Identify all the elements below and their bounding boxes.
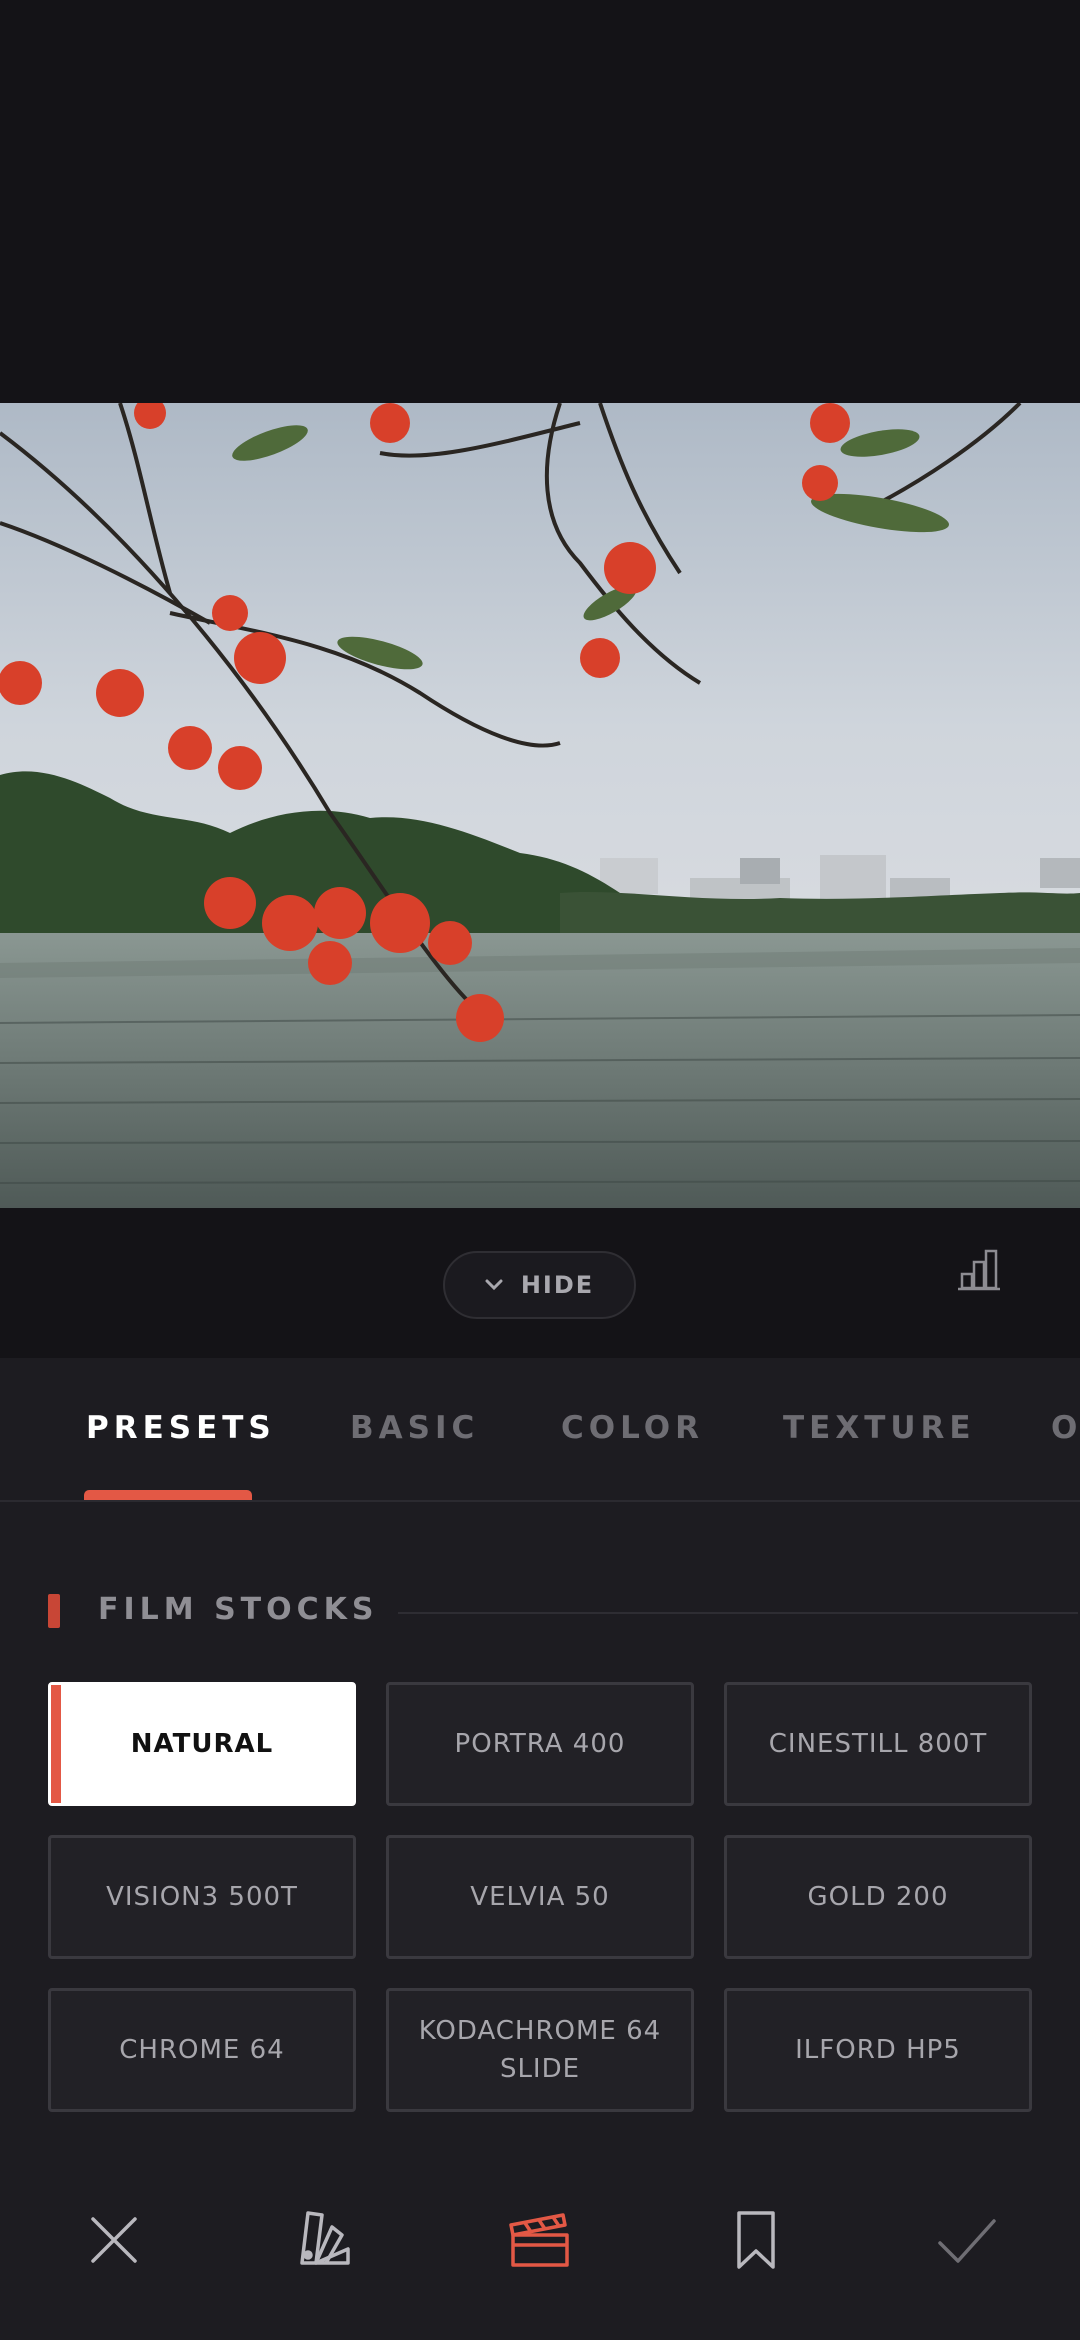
photo-preview[interactable] <box>0 403 1080 1208</box>
close-icon[interactable] <box>79 2205 149 2275</box>
bottom-action-bar <box>0 2160 1080 2340</box>
active-tab-indicator <box>84 1490 252 1500</box>
clapperboard-icon[interactable] <box>505 2205 575 2275</box>
photo-toolbar: HIDE <box>0 1208 1080 1358</box>
histogram-icon[interactable] <box>958 1248 1002 1292</box>
preset-natural[interactable]: NATURAL <box>48 1682 356 1806</box>
top-empty-area <box>0 0 1080 403</box>
tab-bar: PRESETS BASIC COLOR TEXTURE O <box>0 1358 1080 1502</box>
hide-label: HIDE <box>520 1271 595 1299</box>
chevron-down-icon <box>485 1279 503 1291</box>
preset-ilford-hp5[interactable]: ILFORD HP5 <box>724 1988 1032 2112</box>
section-title: FILM STOCKS <box>98 1592 379 1627</box>
preset-portra-400[interactable]: PORTRA 400 <box>386 1682 694 1806</box>
edit-panel: PRESETS BASIC COLOR TEXTURE O FILM STOCK… <box>0 1358 1080 2340</box>
bookmark-icon[interactable] <box>721 2205 791 2275</box>
preset-gold-200[interactable]: GOLD 200 <box>724 1835 1032 1959</box>
preset-cinestill-800t[interactable]: CINESTILL 800T <box>724 1682 1032 1806</box>
tab-texture[interactable]: TEXTURE <box>783 1410 976 1446</box>
preset-chrome-64[interactable]: CHROME 64 <box>48 1988 356 2112</box>
preset-vision3-500t[interactable]: VISION3 500T <box>48 1835 356 1959</box>
section-header: FILM STOCKS <box>48 1590 1078 1630</box>
check-icon[interactable] <box>932 2205 1002 2275</box>
preset-velvia-50[interactable]: VELVIA 50 <box>386 1835 694 1959</box>
preset-kodachrome-64-slide[interactable]: KODACHROME 64 SLIDE <box>386 1988 694 2112</box>
hide-button[interactable]: HIDE <box>443 1251 636 1319</box>
palette-swatch-icon[interactable] <box>290 2205 360 2275</box>
tab-basic[interactable]: BASIC <box>350 1410 479 1446</box>
tab-presets[interactable]: PRESETS <box>86 1410 276 1446</box>
tab-color[interactable]: COLOR <box>561 1410 704 1446</box>
tab-overflow[interactable]: O <box>1051 1410 1080 1446</box>
section-divider <box>398 1612 1078 1614</box>
section-marker <box>48 1594 60 1628</box>
